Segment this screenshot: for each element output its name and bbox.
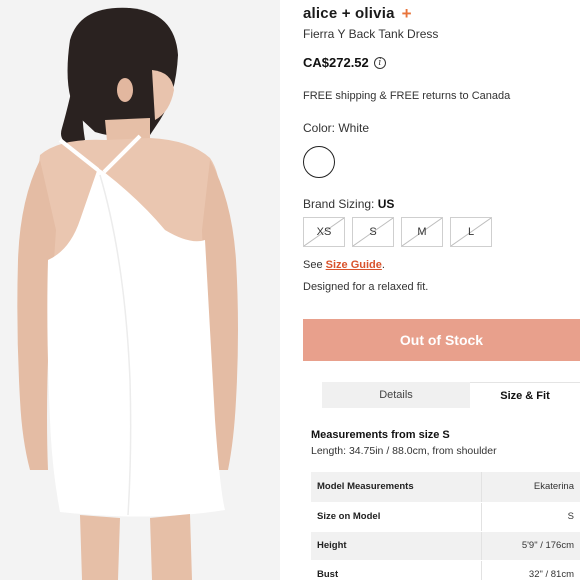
table-row: Height 5'9" / 176cm: [311, 531, 580, 561]
size-guide-row: See Size Guide.: [303, 259, 385, 271]
color-swatch-white[interactable]: [303, 146, 335, 178]
size-option-l[interactable]: L: [450, 217, 492, 247]
guide-suffix: .: [381, 259, 385, 271]
measurements-title: Measurements from size S: [311, 429, 450, 441]
brand-sizing-label: Brand Sizing: US: [303, 197, 394, 211]
out-of-stock-button[interactable]: Out of Stock: [303, 319, 580, 361]
model-measurements-table: Model Measurements Ekaterina Size on Mod…: [311, 472, 580, 580]
product-image[interactable]: [0, 0, 280, 580]
info-tabs: Details Size & Fit: [322, 382, 580, 408]
size-option-m[interactable]: M: [401, 217, 443, 247]
model-photo: [0, 0, 280, 580]
row-value: S: [480, 502, 580, 532]
info-icon[interactable]: i: [373, 56, 386, 69]
price: CA$272.52: [303, 55, 369, 70]
product-info-panel: alice + olivia + Fierra Y Back Tank Dres…: [303, 0, 580, 580]
measurements-length: Length: 34.75in / 88.0cm, from shoulder: [311, 445, 497, 457]
plus-icon[interactable]: +: [402, 5, 412, 22]
table-row: Size on Model S: [311, 502, 580, 532]
guide-prefix: See: [303, 259, 323, 271]
size-label: L: [467, 226, 475, 238]
sizing-system: US: [377, 197, 395, 211]
row-value: 32" / 81cm: [480, 560, 580, 580]
row-label: Size on Model: [311, 502, 481, 532]
row-value: 5'9" / 176cm: [480, 531, 580, 561]
shipping-note: FREE shipping & FREE returns to Canada: [303, 90, 511, 102]
size-label: M: [417, 226, 427, 238]
size-label: S: [369, 226, 377, 238]
size-selector: XS S M L: [303, 217, 499, 247]
sizing-label-text: Brand Sizing:: [303, 197, 375, 211]
table-header-value: Ekaterina: [480, 472, 580, 503]
size-option-s[interactable]: S: [352, 217, 394, 247]
fit-note: Designed for a relaxed fit.: [303, 281, 429, 293]
row-label: Bust: [311, 560, 481, 580]
table-header-row: Model Measurements Ekaterina: [311, 472, 580, 503]
brand-name[interactable]: alice + olivia: [303, 5, 395, 22]
price-row: CA$272.52 i: [303, 55, 386, 70]
brand-row: alice + olivia +: [303, 5, 412, 22]
size-label: XS: [316, 226, 332, 238]
size-guide-link[interactable]: Size Guide: [326, 259, 382, 271]
size-option-xs[interactable]: XS: [303, 217, 345, 247]
product-title: Fierra Y Back Tank Dress: [303, 27, 439, 41]
color-label: Color: White: [303, 121, 370, 135]
row-label: Height: [311, 531, 481, 561]
tab-details[interactable]: Details: [322, 382, 470, 408]
tab-size-fit[interactable]: Size & Fit: [470, 382, 580, 408]
table-header-label: Model Measurements: [311, 472, 481, 503]
table-row: Bust 32" / 81cm: [311, 560, 580, 580]
